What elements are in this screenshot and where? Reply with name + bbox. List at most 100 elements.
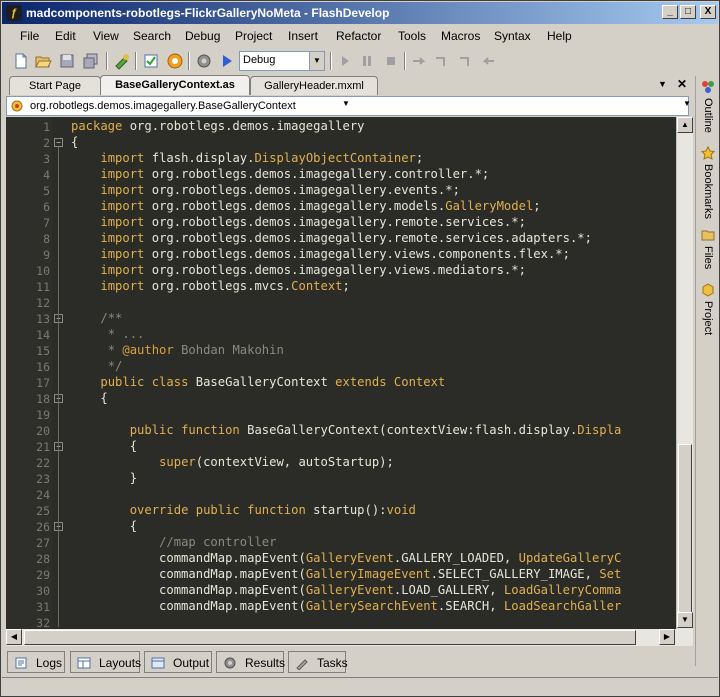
run-icon[interactable] bbox=[166, 52, 184, 70]
code-line[interactable]: public function BaseGalleryContext(conte… bbox=[71, 423, 622, 437]
menu-search[interactable]: Search bbox=[133, 29, 171, 43]
play-icon[interactable] bbox=[218, 52, 236, 70]
code-line[interactable]: import org.robotlegs.demos.imagegallery.… bbox=[71, 215, 526, 229]
save-all-icon[interactable] bbox=[82, 52, 100, 70]
horizontal-scroll-thumb[interactable] bbox=[24, 630, 636, 645]
code-line[interactable]: import org.robotlegs.demos.imagegallery.… bbox=[71, 167, 489, 181]
code-line[interactable]: commandMap.mapEvent(GalleryEvent.GALLERY… bbox=[71, 551, 621, 565]
code-line[interactable]: import org.robotlegs.mvcs.Context; bbox=[71, 279, 350, 293]
step-out-icon[interactable] bbox=[457, 52, 475, 70]
menu-file[interactable]: File bbox=[20, 29, 39, 43]
maximize-button[interactable]: □ bbox=[680, 5, 696, 19]
menu-syntax[interactable]: Syntax bbox=[494, 29, 531, 43]
menu-tools[interactable]: Tools bbox=[398, 29, 426, 43]
start-debug-icon[interactable] bbox=[336, 52, 354, 70]
chevron-down-icon[interactable]: ▼ bbox=[309, 52, 324, 70]
scroll-right-icon[interactable]: ▶ bbox=[659, 629, 675, 645]
code-line[interactable]: { bbox=[71, 391, 107, 405]
check-syntax-icon[interactable] bbox=[142, 52, 160, 70]
tab-basegallerycontext[interactable]: BaseGalleryContext.as bbox=[100, 75, 250, 95]
code-token: LoadSearchGaller bbox=[503, 599, 622, 613]
step-back-icon[interactable] bbox=[480, 52, 498, 70]
code-token: //map controller bbox=[159, 535, 277, 549]
code-token: extends bbox=[335, 375, 387, 389]
code-line[interactable]: //map controller bbox=[71, 535, 276, 549]
code-line[interactable]: package org.robotlegs.demos.imagegallery bbox=[71, 119, 365, 133]
code-token: flash.display. bbox=[144, 151, 255, 165]
menu-refactor[interactable]: Refactor bbox=[336, 29, 381, 43]
code-line[interactable]: import org.robotlegs.demos.imagegallery.… bbox=[71, 183, 460, 197]
code-token: GalleryModel bbox=[445, 199, 534, 213]
menu-insert[interactable]: Insert bbox=[288, 29, 318, 43]
code-line[interactable]: { bbox=[71, 519, 137, 533]
menu-project[interactable]: Project bbox=[235, 29, 272, 43]
bottom-tab-output[interactable]: Output bbox=[144, 651, 212, 673]
open-file-icon[interactable] bbox=[34, 52, 52, 70]
code-line[interactable]: commandMap.mapEvent(GallerySearchEvent.S… bbox=[71, 599, 621, 613]
build-config-select[interactable]: Debug ▼ bbox=[239, 51, 325, 71]
code-line[interactable]: import org.robotlegs.demos.imagegallery.… bbox=[71, 199, 540, 213]
tab-galleryheader[interactable]: GalleryHeader.mxml bbox=[250, 76, 378, 95]
chevron-down-icon[interactable]: ▼ bbox=[342, 99, 352, 108]
code-editor[interactable]: 1 2 3 4 5 6 7 8 9 10 11 12 13 14 15 16 17 18 19 20 21 22 23 24 2… bbox=[6, 117, 676, 629]
code-line[interactable]: } bbox=[71, 471, 137, 485]
bottom-tab-results[interactable]: Results bbox=[216, 651, 285, 673]
code-line[interactable]: import flash.display.DisplayObjectContai… bbox=[71, 151, 423, 165]
new-file-icon[interactable] bbox=[12, 52, 30, 70]
code-line[interactable]: override public function startup():void bbox=[71, 503, 416, 517]
code-line[interactable]: */ bbox=[71, 359, 123, 373]
menu-debug[interactable]: Debug bbox=[185, 29, 220, 43]
step-over-icon[interactable] bbox=[410, 52, 428, 70]
fold-toggle-icon[interactable]: − bbox=[54, 138, 63, 147]
code-line[interactable]: import org.robotlegs.demos.imagegallery.… bbox=[71, 231, 592, 245]
side-tab-files[interactable]: Files bbox=[698, 228, 718, 278]
close-tab-icon[interactable]: ✕ bbox=[677, 77, 687, 91]
menu-macros[interactable]: Macros bbox=[441, 29, 480, 43]
code-line[interactable]: super(contextView, autoStartup); bbox=[71, 455, 394, 469]
code-line[interactable]: public class BaseGalleryContext extends … bbox=[71, 375, 445, 389]
pause-icon[interactable] bbox=[358, 52, 376, 70]
bottom-tab-tasks[interactable]: Tasks bbox=[288, 651, 348, 673]
bottom-tab-layouts[interactable]: Layouts bbox=[70, 651, 141, 673]
code-line[interactable]: /** bbox=[71, 311, 122, 325]
settings-gear-icon[interactable] bbox=[195, 52, 213, 70]
menu-view[interactable]: View bbox=[93, 29, 119, 43]
code-line[interactable]: { bbox=[71, 439, 137, 453]
code-line[interactable]: commandMap.mapEvent(GalleryImageEvent.SE… bbox=[71, 567, 621, 581]
bottom-tab-logs[interactable]: Logs bbox=[7, 651, 65, 673]
close-button[interactable]: X bbox=[700, 5, 716, 19]
menu-help[interactable]: Help bbox=[547, 29, 572, 43]
side-tab-project[interactable]: Project bbox=[698, 283, 718, 353]
code-line[interactable]: import org.robotlegs.demos.imagegallery.… bbox=[71, 263, 526, 277]
chevron-down-icon[interactable]: ▼ bbox=[683, 99, 693, 108]
code-line[interactable]: * ... bbox=[71, 327, 145, 341]
line-number: 21 bbox=[36, 440, 50, 454]
scroll-left-icon[interactable]: ◀ bbox=[6, 629, 22, 645]
tab-list-dropdown-icon[interactable]: ▼ bbox=[658, 79, 670, 89]
code-token: public class bbox=[100, 375, 189, 389]
code-token: commandMap.mapEvent( bbox=[71, 599, 306, 613]
code-line[interactable]: commandMap.mapEvent(GalleryEvent.LOAD_GA… bbox=[71, 583, 621, 597]
stop-icon[interactable] bbox=[382, 52, 400, 70]
scroll-up-icon[interactable]: ▲ bbox=[677, 117, 693, 133]
tab-start-page[interactable]: Start Page bbox=[9, 76, 101, 95]
side-tab-outline[interactable]: Outline bbox=[698, 80, 718, 150]
line-number: 22 bbox=[36, 456, 50, 470]
code-line[interactable]: import org.robotlegs.demos.imagegallery.… bbox=[71, 247, 570, 261]
code-line[interactable]: { bbox=[71, 135, 78, 149]
vertical-scrollbar[interactable]: ▲ ▼ bbox=[676, 117, 693, 629]
title-bar[interactable]: ƒ madcomponents-robotlegs-FlickrGalleryN… bbox=[2, 2, 718, 24]
save-icon[interactable] bbox=[58, 52, 76, 70]
code-token: (contextView, autoStartup); bbox=[195, 455, 394, 469]
class-navigator[interactable]: org.robotlegs.demos.imagegallery.BaseGal… bbox=[6, 96, 691, 116]
scroll-down-icon[interactable]: ▼ bbox=[677, 612, 693, 628]
minimize-button[interactable]: _ bbox=[662, 5, 678, 19]
code-line[interactable]: * @author Bohdan Makohin bbox=[71, 343, 284, 357]
menu-edit[interactable]: Edit bbox=[55, 29, 76, 43]
vertical-scroll-thumb[interactable] bbox=[678, 444, 692, 614]
build-icon[interactable] bbox=[113, 52, 131, 70]
step-in-icon[interactable] bbox=[433, 52, 451, 70]
side-tab-bookmarks[interactable]: Bookmarks bbox=[698, 146, 718, 226]
horizontal-scrollbar[interactable]: ◀ ▶ bbox=[6, 629, 693, 646]
